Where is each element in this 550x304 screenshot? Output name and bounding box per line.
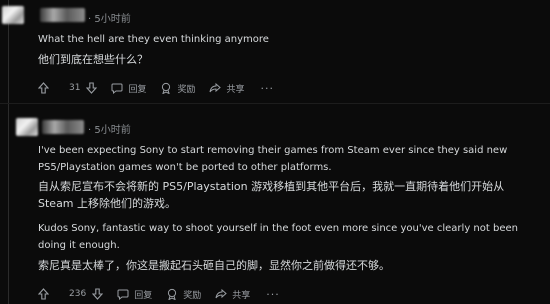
arrow-up-icon [38, 82, 49, 94]
upvote-button[interactable] [38, 82, 49, 94]
reply-button[interactable]: 回复 [111, 82, 146, 95]
share-icon [209, 82, 222, 93]
reply-label: 回复 [134, 290, 153, 301]
comment-1: · 5小时前 What the hell are they even think… [0, 0, 550, 103]
share-button[interactable]: 共享 [209, 82, 245, 95]
comment-text-cn-1: 自从索尼宣布不会将新的 PS5/Playstation 游戏移植到其他平台后，我… [38, 180, 505, 210]
vote-count: 236 [69, 289, 87, 299]
reply-button[interactable]: 回复 [117, 288, 152, 301]
comment-text-cn-2: 索尼真是太棒了，你这是搬起石头砸自己的脚，显然你之前做得还不够。 [38, 259, 390, 272]
award-label: 奖励 [177, 84, 196, 95]
speech-bubble-icon [117, 289, 129, 300]
downvote-button[interactable] [92, 288, 104, 300]
avatar[interactable] [16, 118, 38, 136]
award-label: 奖励 [183, 290, 202, 301]
avatar[interactable] [2, 6, 24, 24]
award-icon [162, 82, 171, 94]
comment-2: · 5小时前 I've been expecting Sony to start… [0, 104, 550, 304]
downvote-button[interactable] [86, 82, 98, 94]
share-label: 共享 [232, 290, 251, 301]
comment-text-cn: 他们到底在想些什么？ [38, 53, 148, 66]
more-options-button[interactable]: ··· [266, 288, 280, 301]
arrow-down-icon [86, 82, 98, 94]
award-button[interactable]: 奖励 [160, 82, 195, 95]
comment-time: · 5小时前 [88, 125, 131, 136]
reply-label: 回复 [128, 84, 147, 95]
share-button[interactable]: 共享 [215, 288, 250, 301]
comment-actions: 236 回复 奖励 共享 ··· [38, 287, 280, 301]
comment-text-en: What the hell are they even thinking any… [38, 34, 269, 45]
share-icon [215, 288, 227, 299]
comment-text-en-2: Kudos Sony, fantastic way to shoot yours… [38, 223, 518, 251]
vote-count: 31 [69, 83, 81, 93]
speech-bubble-icon [111, 83, 123, 94]
more-options-button[interactable]: ··· [261, 82, 275, 95]
arrow-up-icon [38, 288, 49, 300]
comment-text-en-1: I've been expecting Sony to start removi… [38, 145, 508, 173]
username-redacted[interactable] [40, 8, 85, 22]
award-icon [168, 288, 177, 300]
arrow-down-icon [92, 288, 104, 300]
comment-time: · 5小时前 [88, 14, 131, 25]
username-redacted[interactable] [42, 120, 84, 134]
award-button[interactable]: 奖励 [166, 288, 201, 301]
share-label: 共享 [226, 84, 245, 95]
upvote-button[interactable] [38, 288, 49, 300]
comment-thread: · 5小时前 What the hell are they even think… [0, 0, 550, 304]
comment-actions: 31 回复 奖励 共享 ··· [38, 81, 274, 95]
